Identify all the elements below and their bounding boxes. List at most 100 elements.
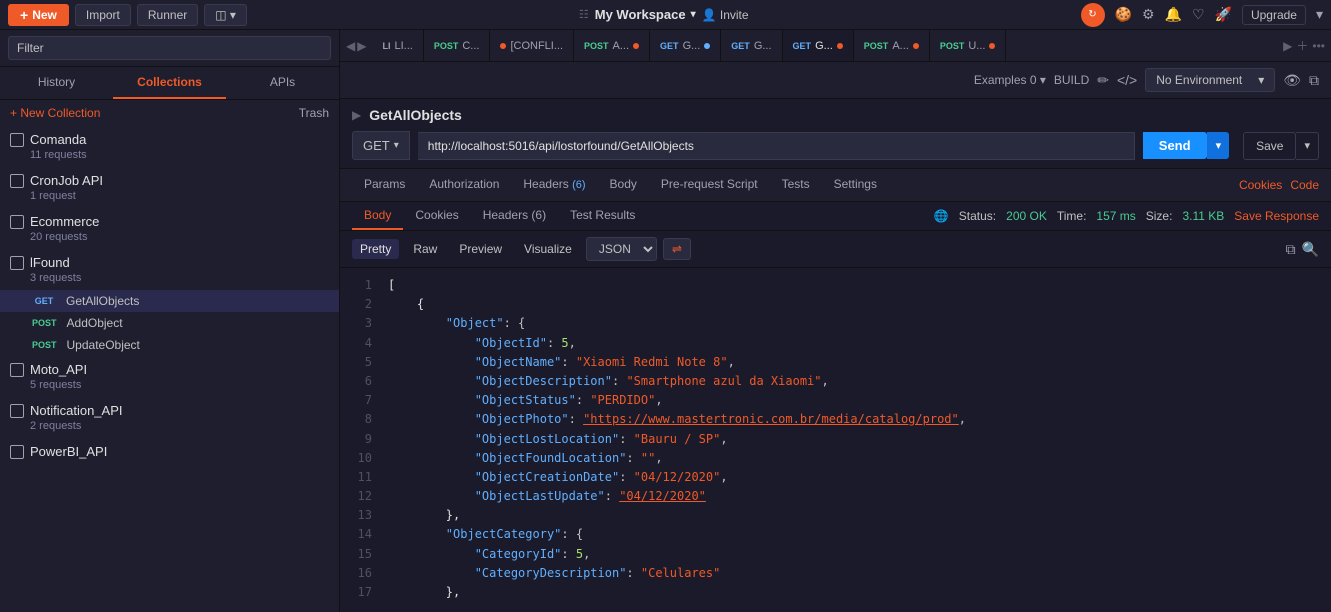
request-area: ▶ GetAllObjects GET Send ▾ Save ▾ — [340, 99, 1331, 169]
view-raw-button[interactable]: Raw — [405, 239, 445, 259]
tab-confli[interactable]: [CONFLI... — [490, 30, 574, 62]
copy-env-icon[interactable]: ⧉ — [1309, 72, 1319, 89]
save-response-button[interactable]: Save Response — [1234, 209, 1319, 223]
code-area: 1[ 2 { 3 "Object": { 4 "ObjectId": 5, 5 … — [340, 268, 1331, 612]
collection-folder-icon — [10, 363, 24, 377]
workspace-button[interactable]: My Workspace — [595, 7, 696, 22]
heart-icon[interactable]: ♡ — [1192, 6, 1205, 23]
new-collection-button[interactable]: + New Collection — [10, 106, 100, 120]
code-line: 8 "ObjectPhoto": "https://www.mastertron… — [352, 410, 1319, 429]
headers-badge: (6) — [572, 179, 585, 191]
request-name: UpdateObject — [67, 338, 140, 352]
view-visualize-button[interactable]: Visualize — [516, 239, 580, 259]
build-button[interactable]: BUILD — [1054, 73, 1089, 87]
save-dropdown-button[interactable]: ▾ — [1296, 132, 1319, 160]
list-item[interactable]: lFound 3 requests — [0, 249, 339, 290]
collection-folder-icon — [10, 215, 24, 229]
runner-button[interactable]: Runner — [137, 4, 198, 26]
view-pretty-button[interactable]: Pretty — [352, 239, 399, 259]
settings-icon[interactable]: ⚙ — [1142, 6, 1155, 23]
code-line: 12 "ObjectLastUpdate": "04/12/2020" — [352, 487, 1319, 506]
request-item-updateobject[interactable]: POST UpdateObject — [0, 334, 339, 356]
search-input[interactable] — [8, 36, 331, 60]
list-item[interactable]: CronJob API 1 request — [0, 167, 339, 208]
wrap-icon[interactable]: ⇌ — [663, 238, 691, 260]
view-preview-button[interactable]: Preview — [451, 239, 510, 259]
code-line: 13 }, — [352, 506, 1319, 525]
sync-icon[interactable]: ↻ — [1081, 3, 1105, 27]
bell-icon[interactable]: 🔔 — [1165, 6, 1182, 23]
tab-settings[interactable]: Settings — [822, 169, 889, 201]
tab-prerequest[interactable]: Pre-request Script — [649, 169, 770, 201]
tab-body[interactable]: Body — [598, 169, 649, 201]
spaceship-icon[interactable]: 🚀 — [1215, 6, 1232, 23]
tab-get-g2[interactable]: GETG... — [721, 30, 782, 62]
upgrade-button[interactable]: Upgrade — [1242, 5, 1306, 25]
cookies-link[interactable]: Cookies — [1239, 178, 1282, 192]
tab-history[interactable]: History — [0, 67, 113, 99]
eye-icon[interactable]: 👁 — [1283, 72, 1301, 89]
response-tabs-row: Body Cookies Headers (6) Test Results 🌐 … — [340, 202, 1331, 231]
list-item[interactable]: Ecommerce 20 requests — [0, 208, 339, 249]
topbar-icons: ↻ 🍪 ⚙ 🔔 ♡ 🚀 Upgrade ▾ — [1081, 3, 1324, 27]
forward-icon[interactable]: ▶ — [357, 39, 366, 53]
chevron-right-icon[interactable]: ▶ — [1283, 39, 1292, 53]
layout-button[interactable]: ◫ ▾ — [204, 4, 247, 26]
tab-li[interactable]: LILI... — [372, 30, 423, 62]
url-input[interactable] — [418, 132, 1135, 160]
code-icon[interactable]: </> — [1117, 72, 1137, 88]
tab-get-g1[interactable]: GETG... — [650, 30, 721, 62]
collection-meta: 5 requests — [10, 379, 329, 391]
code-line: 17 }, — [352, 583, 1319, 602]
tab-post-a2[interactable]: POSTA... — [854, 30, 930, 62]
response-tab-headers[interactable]: Headers (6) — [471, 202, 558, 230]
chevron-down-icon[interactable]: ▾ — [1316, 6, 1323, 23]
response-tab-cookies[interactable]: Cookies — [403, 202, 470, 230]
tab-apis[interactable]: APIs — [226, 67, 339, 99]
tab-tests[interactable]: Tests — [770, 169, 822, 201]
tab-params[interactable]: Params — [352, 169, 417, 201]
env-selector[interactable]: No Environment — [1145, 68, 1275, 92]
request-item-addobject[interactable]: POST AddObject — [0, 312, 339, 334]
trash-button[interactable]: Trash — [299, 106, 329, 120]
tab-post-u[interactable]: POSTU... — [930, 30, 1007, 62]
tab-headers[interactable]: Headers (6) — [511, 169, 597, 201]
new-button[interactable]: New — [8, 4, 69, 26]
cookie-icon[interactable]: 🍪 — [1115, 6, 1132, 23]
list-item[interactable]: Notification_API 2 requests — [0, 397, 339, 438]
format-select[interactable]: JSON — [586, 237, 657, 261]
code-line: 3 "Object": { — [352, 314, 1319, 333]
list-item[interactable]: Comanda 11 requests — [0, 126, 339, 167]
more-icon[interactable]: ••• — [1312, 39, 1325, 53]
request-item-getallobjects[interactable]: GET GetAllObjects — [0, 290, 339, 312]
response-tab-tests[interactable]: Test Results — [558, 202, 647, 230]
tab-collections[interactable]: Collections — [113, 67, 226, 99]
expand-icon[interactable]: ▶ — [352, 108, 361, 122]
add-tab-icon[interactable]: ＋ — [1296, 37, 1308, 54]
tab-post-c[interactable]: POSTC... — [424, 30, 491, 62]
list-item[interactable]: PowerBI_API — [0, 438, 339, 465]
search-icon[interactable]: 🔍 — [1302, 241, 1319, 258]
code-link[interactable]: Code — [1290, 178, 1319, 192]
response-tab-body[interactable]: Body — [352, 202, 403, 230]
code-line: 7 "ObjectStatus": "PERDIDO", — [352, 391, 1319, 410]
time-value: 157 ms — [1096, 209, 1135, 223]
collection-meta: 2 requests — [10, 420, 329, 432]
collection-meta: 1 request — [10, 190, 329, 202]
tab-post-a1[interactable]: POSTA... — [574, 30, 650, 62]
invite-button[interactable]: 👤 Invite — [702, 8, 749, 22]
method-select[interactable]: GET — [352, 131, 410, 160]
import-button[interactable]: Import — [75, 4, 131, 26]
copy-icon[interactable]: ⧉ — [1286, 241, 1296, 258]
tab-get-g3[interactable]: GETG... — [783, 30, 854, 62]
content-topbar: Examples 0 ▾ BUILD ✏ </> No Environment … — [340, 62, 1331, 99]
send-button[interactable]: Send — [1143, 132, 1207, 159]
save-button[interactable]: Save — [1243, 132, 1296, 160]
tab-authorization[interactable]: Authorization — [417, 169, 511, 201]
examples-button[interactable]: Examples 0 ▾ — [974, 73, 1046, 87]
list-item[interactable]: Moto_API 5 requests — [0, 356, 339, 397]
code-line: 6 "ObjectDescription": "Smartphone azul … — [352, 372, 1319, 391]
send-dropdown-button[interactable]: ▾ — [1207, 132, 1230, 159]
back-icon[interactable]: ◀ — [346, 39, 355, 53]
edit-icon[interactable]: ✏ — [1097, 72, 1109, 89]
